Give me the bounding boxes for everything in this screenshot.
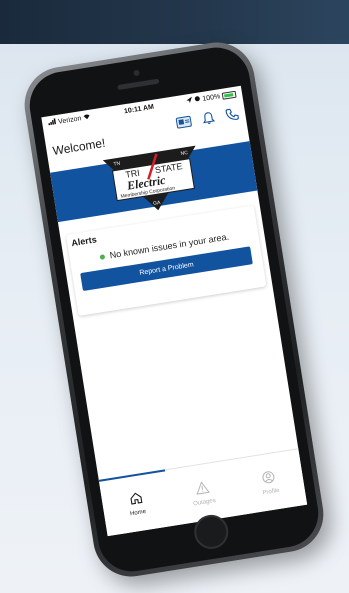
- alerts-card: Alerts No known issues in your area. Rep…: [66, 205, 267, 316]
- wifi-icon: [83, 113, 92, 122]
- logo-corner-ga: GA: [153, 200, 162, 207]
- card-icon[interactable]: [175, 115, 193, 129]
- phone-icon[interactable]: [224, 106, 240, 122]
- battery-percent: 100%: [201, 92, 221, 103]
- earpiece-speaker: [117, 78, 160, 91]
- tab-home-label: Home: [129, 508, 147, 517]
- carrier-name: Verizon: [57, 114, 82, 126]
- location-icon: [186, 96, 193, 106]
- tab-home[interactable]: Home: [99, 470, 174, 536]
- warning-icon: [194, 479, 210, 497]
- battery-icon: [221, 90, 237, 100]
- signal-icon: [48, 118, 57, 127]
- alerts-title: Alerts: [70, 234, 98, 249]
- tab-profile[interactable]: Profile: [232, 449, 307, 515]
- phone-device: Verizon 10:11 AM 100% Welcome! TN NC TRI…: [19, 37, 329, 582]
- phone-bezel: Verizon 10:11 AM 100% Welcome! TN NC TRI…: [24, 42, 324, 577]
- tab-outages-label: Outages: [192, 497, 217, 507]
- tab-profile-label: Profile: [262, 487, 280, 496]
- home-icon: [128, 490, 144, 508]
- logo-corner-nc: NC: [180, 150, 188, 157]
- bell-icon[interactable]: [200, 110, 216, 126]
- welcome-greeting: Welcome!: [51, 135, 107, 158]
- logo-corner-tn: TN: [113, 161, 121, 168]
- front-camera: [133, 69, 140, 77]
- alarm-icon: [194, 95, 201, 104]
- profile-icon: [261, 469, 277, 487]
- background-top-band: [0, 0, 349, 44]
- app-screen: Verizon 10:11 AM 100% Welcome! TN NC TRI…: [41, 85, 308, 537]
- status-dot-icon: [99, 253, 106, 260]
- clock-time: 10:11 AM: [123, 103, 155, 115]
